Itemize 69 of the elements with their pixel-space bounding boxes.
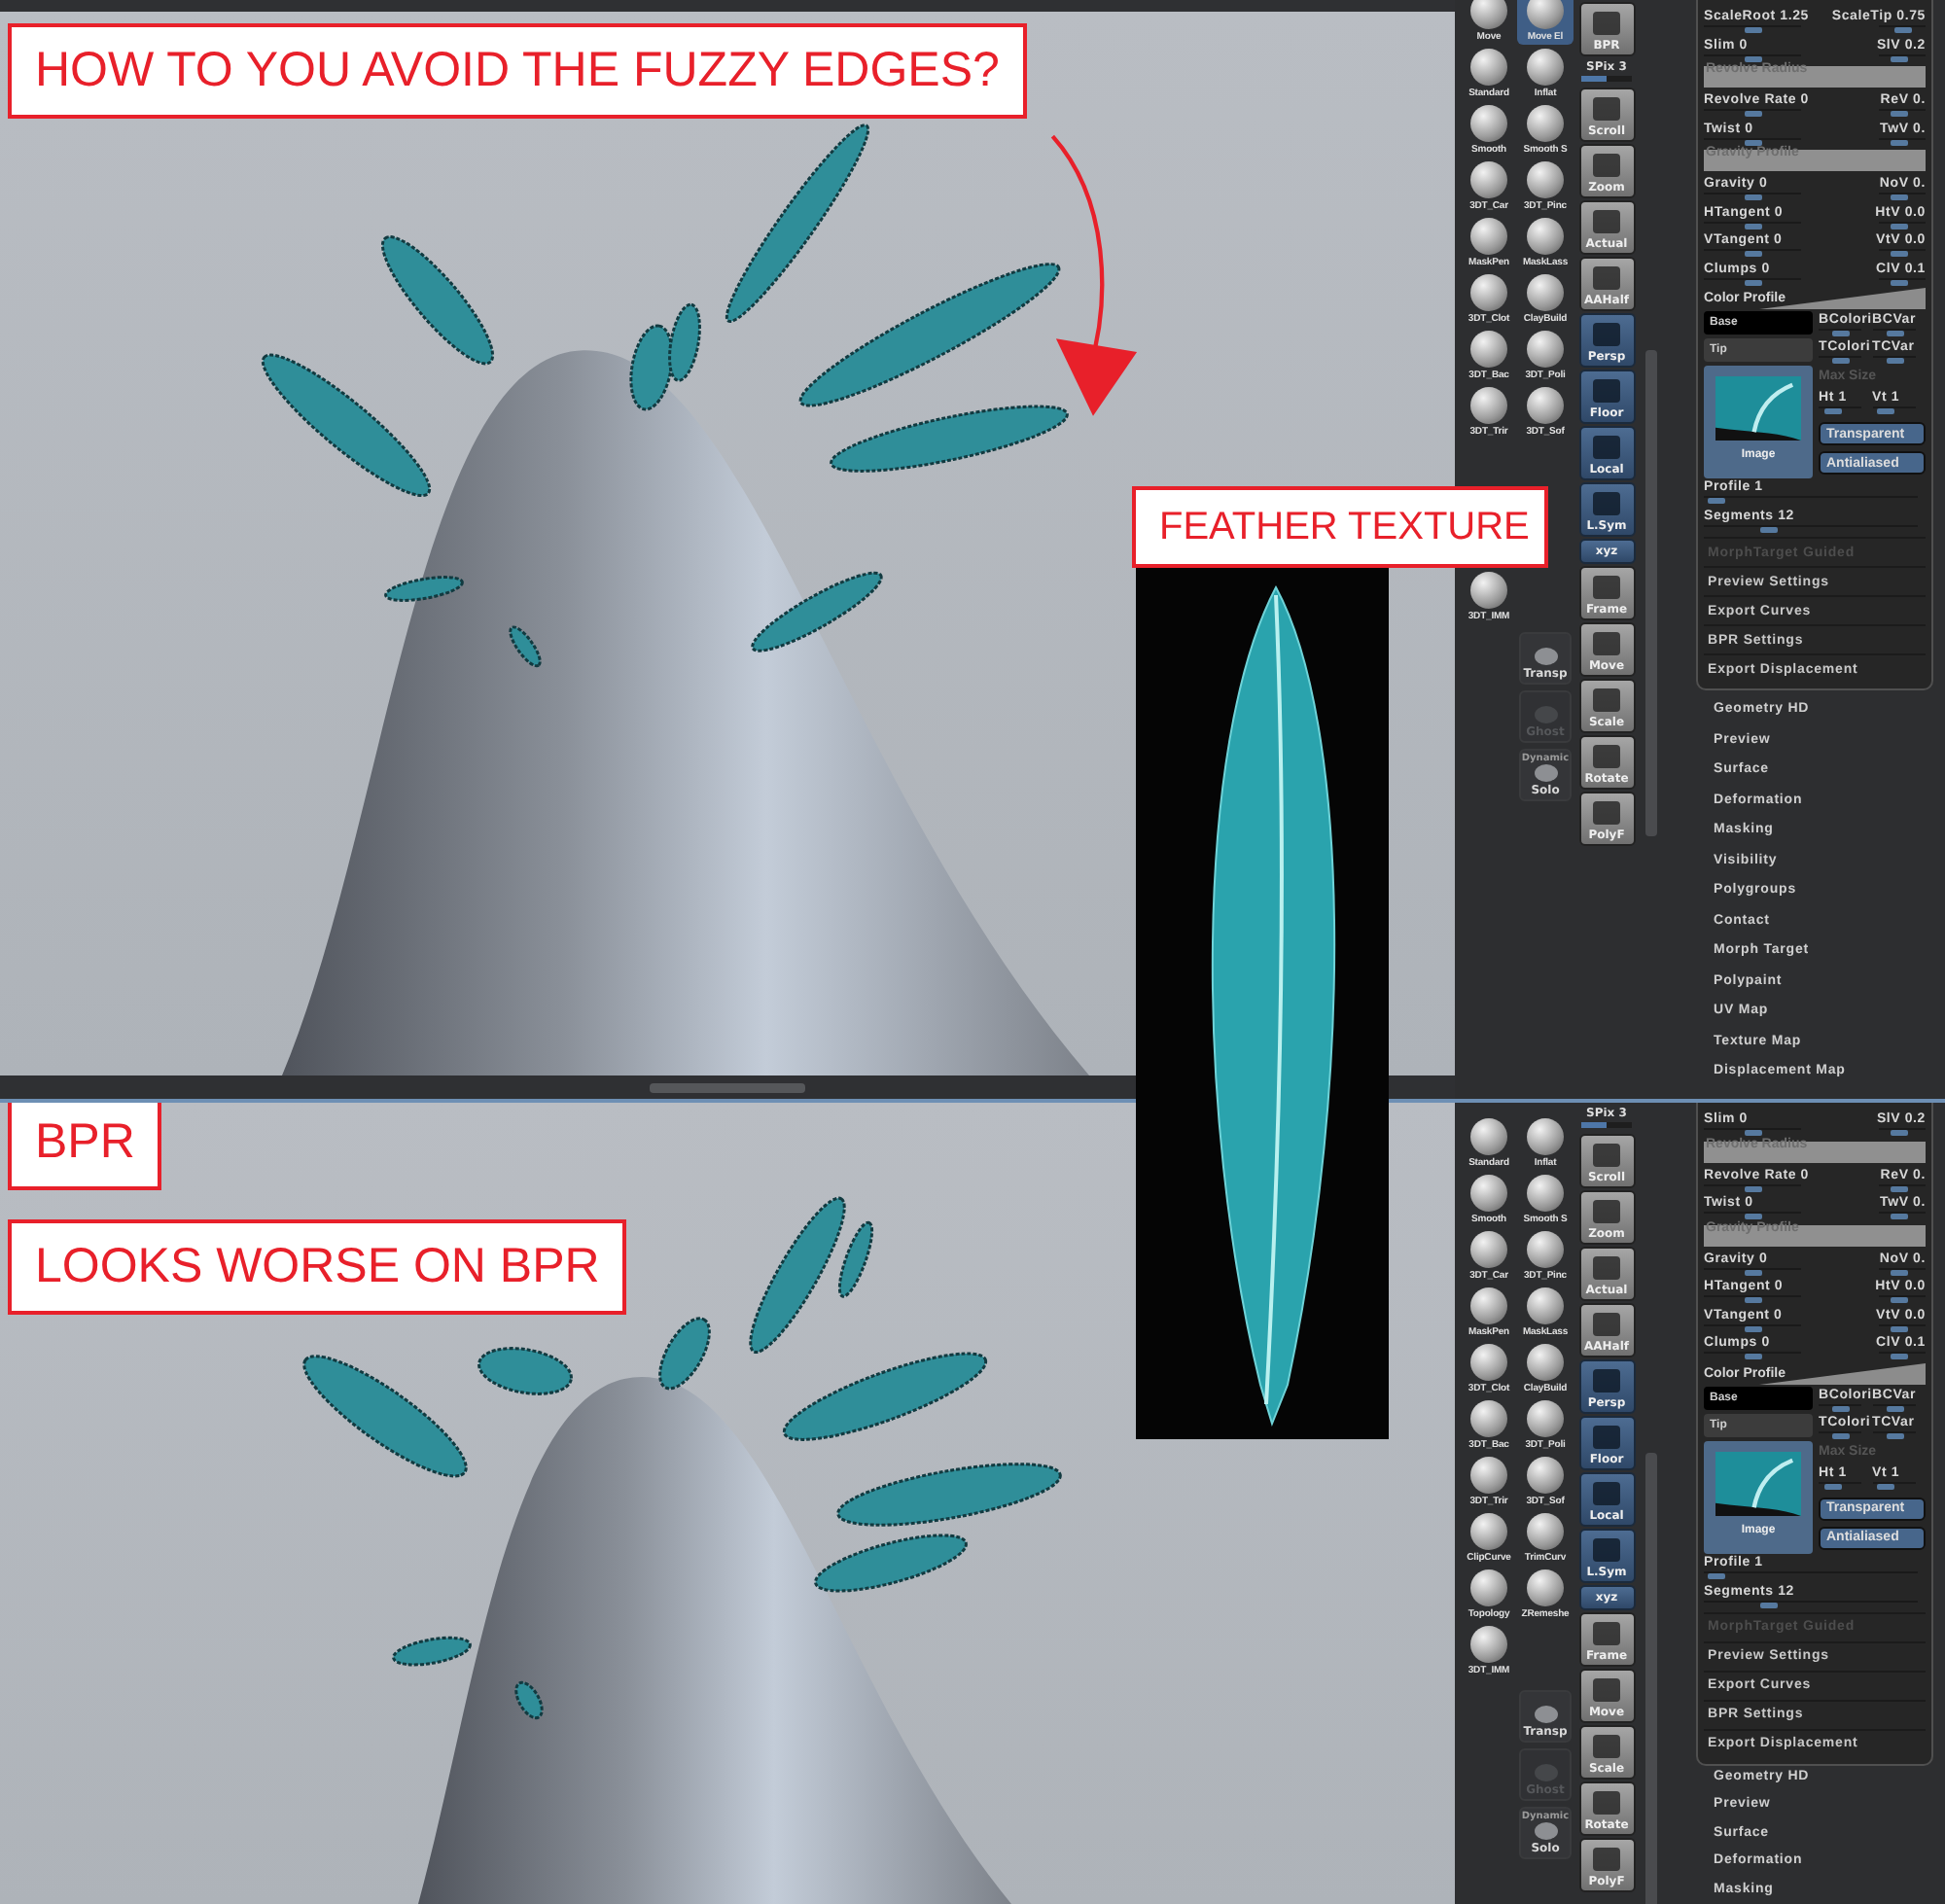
brush-sphere-icon <box>1470 331 1507 368</box>
slider-track[interactable] <box>1879 25 1926 33</box>
slider-track[interactable] <box>1879 249 1926 257</box>
slider-track[interactable] <box>1879 221 1926 229</box>
annotation-label: HOW TO YOU AVOID THE FUZZY EDGES? <box>8 23 1027 119</box>
scrollbar[interactable] <box>1645 1453 1657 1904</box>
slider-track[interactable] <box>1819 356 1861 364</box>
brush-sphere-icon <box>1470 387 1507 424</box>
brush-sphere-icon <box>1470 1457 1507 1494</box>
brush-sphere-icon <box>1470 274 1507 311</box>
slider-track[interactable] <box>1879 1267 1926 1275</box>
annotation-label: LOOKS WORSE ON BPR <box>8 1219 627 1315</box>
brush-sphere-icon <box>1527 105 1564 142</box>
brush-sphere-icon <box>1470 1344 1507 1381</box>
brush-sphere-icon <box>1470 161 1507 198</box>
slider-track[interactable] <box>1872 406 1915 414</box>
brush-sphere-icon <box>1527 1569 1564 1606</box>
slider-track[interactable] <box>1879 53 1926 61</box>
brush-sphere-icon <box>1527 161 1564 198</box>
slider-track[interactable] <box>1879 193 1926 200</box>
slider-track[interactable] <box>1819 1481 1861 1489</box>
slider-track[interactable] <box>1872 1481 1915 1489</box>
brush-sphere-icon <box>1470 105 1507 142</box>
brush-sphere-icon <box>1470 1231 1507 1268</box>
brush-sphere-icon <box>1470 49 1507 86</box>
brush-sphere-icon <box>1527 49 1564 86</box>
annotation-label: BPR <box>8 1103 162 1190</box>
slider-track[interactable] <box>1879 277 1926 285</box>
slider-track[interactable] <box>1819 1403 1861 1411</box>
brush-sphere-icon <box>1527 1400 1564 1437</box>
brush-sphere-icon <box>1470 1118 1507 1155</box>
brush-sphere-icon <box>1527 218 1564 255</box>
brush-sphere-icon <box>1470 1513 1507 1550</box>
brush-sphere-icon <box>1527 274 1564 311</box>
slider-track[interactable] <box>1872 1430 1915 1438</box>
brush-sphere-icon <box>1527 387 1564 424</box>
brush-sphere-icon <box>1527 1118 1564 1155</box>
slider-track[interactable] <box>1872 1403 1915 1411</box>
brush-sphere-icon <box>1527 1287 1564 1324</box>
slider-track[interactable] <box>1879 1295 1926 1303</box>
scrollbar[interactable] <box>1645 350 1657 836</box>
slider-track[interactable] <box>1879 1212 1926 1219</box>
brush-sphere-icon <box>1470 0 1507 29</box>
slider-track[interactable] <box>1879 109 1926 117</box>
brush-sphere-icon <box>1527 1344 1564 1381</box>
brush-sphere-icon <box>1527 1457 1564 1494</box>
slider-track[interactable] <box>1879 1128 1926 1136</box>
brush-sphere-icon <box>1470 1569 1507 1606</box>
brush-sphere-icon <box>1527 1175 1564 1212</box>
slider-track[interactable] <box>1819 1430 1861 1438</box>
slider-track[interactable] <box>1819 329 1861 336</box>
slider-track[interactable] <box>1872 356 1915 364</box>
brush-sphere-icon <box>1470 1175 1507 1212</box>
brush-sphere-icon <box>1527 0 1564 29</box>
brush-sphere-icon <box>1527 1513 1564 1550</box>
brush-sphere-icon <box>1470 218 1507 255</box>
slider-track[interactable] <box>1872 329 1915 336</box>
brush-sphere-icon <box>1470 572 1507 609</box>
brush-sphere-icon <box>1470 1626 1507 1663</box>
slider-track[interactable] <box>1819 406 1861 414</box>
annotation-label: FEATHER TEXTURE <box>1132 486 1548 568</box>
slider-track[interactable] <box>1879 1323 1926 1331</box>
brush-sphere-icon <box>1470 1287 1507 1324</box>
brush-sphere-icon <box>1527 1231 1564 1268</box>
brush-sphere-icon <box>1470 1400 1507 1437</box>
brush-sphere-icon <box>1527 331 1564 368</box>
slider-track[interactable] <box>1879 1352 1926 1359</box>
slider-track[interactable] <box>1879 137 1926 145</box>
slider-track[interactable] <box>1879 1183 1926 1191</box>
